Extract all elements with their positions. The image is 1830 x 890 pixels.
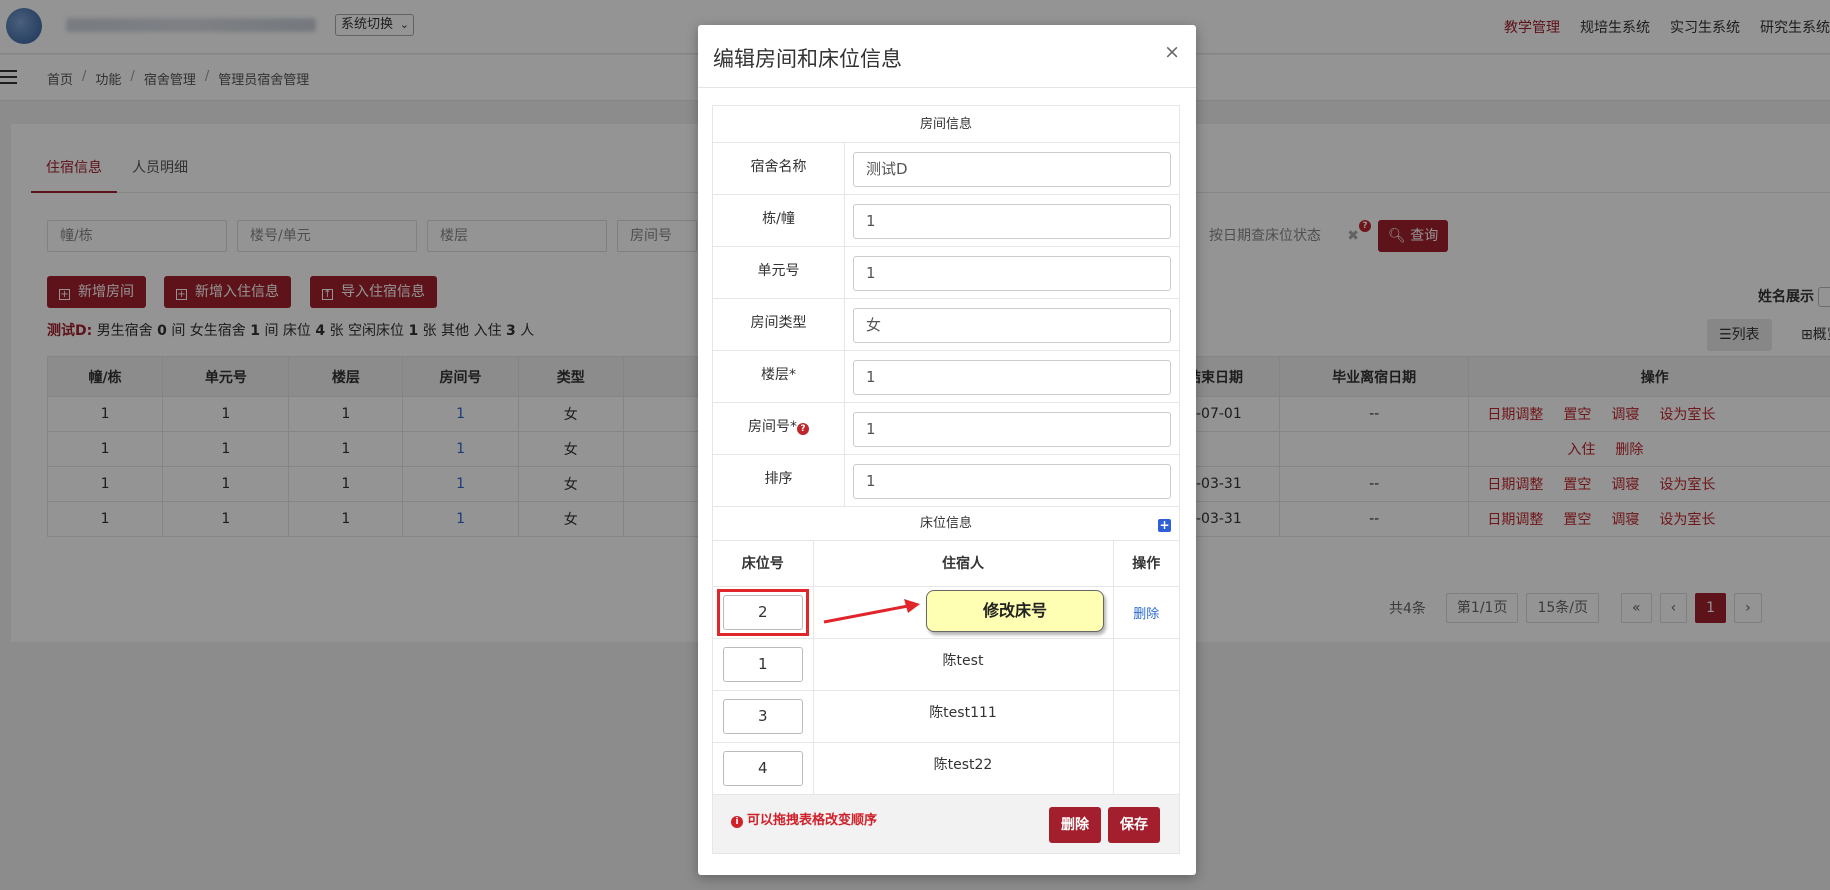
form-row-room-no: 房间号*? 1: [713, 403, 1179, 455]
sort-input[interactable]: 1: [853, 464, 1171, 499]
annotation-arrow: [823, 599, 920, 624]
dorm-name-input[interactable]: 测试D: [853, 152, 1171, 187]
help-icon[interactable]: ?: [797, 423, 809, 435]
close-icon[interactable]: ×: [1164, 41, 1180, 63]
annotation-callout: 修改床号: [926, 590, 1104, 632]
floor-input[interactable]: 1: [853, 360, 1171, 395]
form-row-room-type: 房间类型 女: [713, 299, 1179, 351]
room-type-input[interactable]: 女: [853, 308, 1171, 343]
form-row-building: 栋/幢 1: [713, 195, 1179, 247]
occupant-name: 陈test: [813, 638, 1114, 691]
bed-number-input[interactable]: 4: [722, 750, 803, 786]
bed-row[interactable]: 3 陈test111: [713, 690, 1179, 743]
form-row-unit: 单元号 1: [713, 247, 1179, 299]
save-button[interactable]: 保存: [1108, 806, 1160, 843]
room-no-input[interactable]: 1: [853, 412, 1171, 447]
bed-row[interactable]: 1 陈test: [713, 638, 1179, 691]
bed-number-input[interactable]: 1: [722, 646, 803, 682]
edit-room-modal: 编辑房间和床位信息 × 房间信息 宿舍名称 测试D 栋/幢 1 单元号 1 房间…: [698, 25, 1196, 875]
unit-input[interactable]: 1: [853, 256, 1171, 291]
modal-title: 编辑房间和床位信息: [713, 47, 902, 71]
bed-table: 床位号 住宿人 操作 2 删除 1 陈test 3 陈test111 4 陈te…: [713, 541, 1179, 795]
delete-button[interactable]: 删除: [1049, 806, 1101, 843]
building-input[interactable]: 1: [853, 204, 1171, 239]
info-icon: i: [731, 815, 743, 828]
bed-row[interactable]: 4 陈test22: [713, 742, 1179, 795]
form-row-floor: 楼层* 1: [713, 351, 1179, 403]
room-info-title: 房间信息: [713, 106, 1179, 143]
add-bed-icon[interactable]: +: [1158, 519, 1171, 532]
drag-tip: i 可以拖拽表格改变顺序: [731, 809, 877, 828]
bed-section: 床位信息 + 床位号 住宿人 操作 2 删除 1 陈test 3 陈test11…: [713, 507, 1179, 795]
occupant-name: 陈test111: [813, 690, 1114, 743]
bed-number-input[interactable]: 3: [722, 698, 803, 734]
occupant-name: 陈test22: [813, 742, 1114, 795]
form-row-dorm-name: 宿舍名称 测试D: [713, 143, 1179, 195]
form-row-sort: 排序 1: [713, 455, 1179, 507]
modal-header: 编辑房间和床位信息 ×: [698, 25, 1196, 88]
bed-info-title: 床位信息 +: [713, 507, 1179, 541]
room-bed-form: 房间信息 宿舍名称 测试D 栋/幢 1 单元号 1 房间类型 女 楼层* 1 房…: [712, 105, 1180, 854]
highlight-box: 2: [716, 588, 809, 636]
delete-bed-link[interactable]: 删除: [1133, 607, 1159, 622]
modal-footer: i 可以拖拽表格改变顺序 删除 保存: [713, 794, 1179, 853]
bed-number-input[interactable]: 2: [722, 594, 803, 630]
